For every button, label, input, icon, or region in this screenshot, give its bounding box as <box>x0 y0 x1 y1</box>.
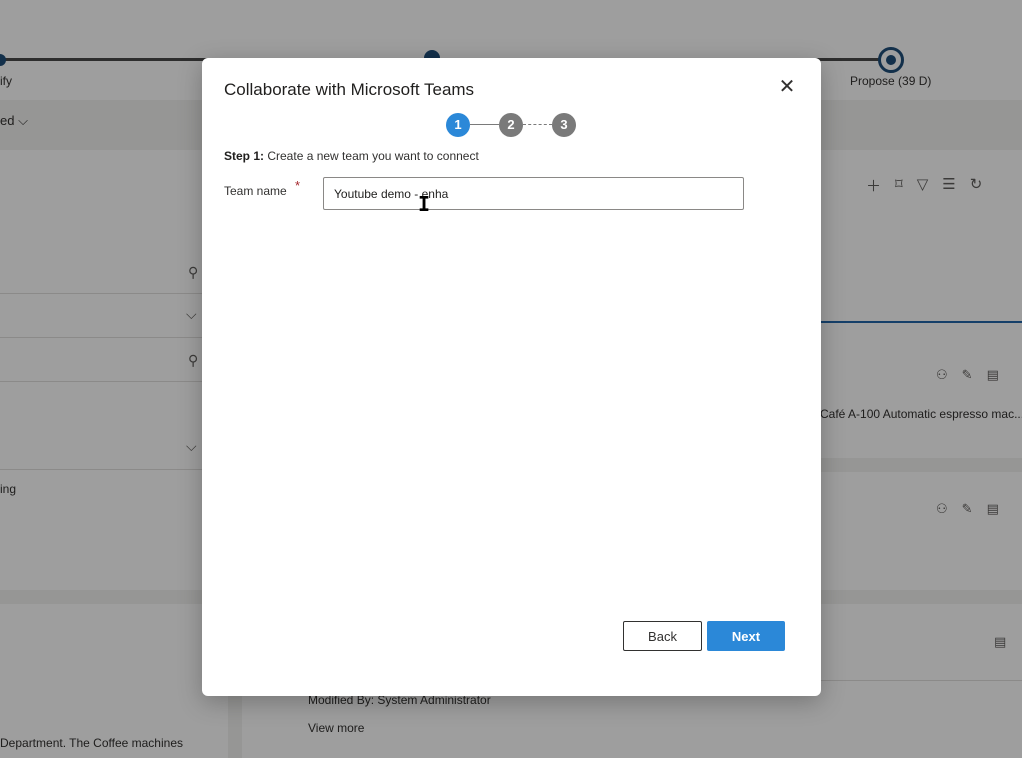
team-name-label: Team name <box>224 184 287 198</box>
step-connector-2 <box>523 124 552 125</box>
teams-collaborate-dialog: Collaborate with Microsoft Teams ✕ 1 2 3… <box>202 58 821 696</box>
step-1: 1 <box>446 113 470 137</box>
close-icon[interactable]: ✕ <box>776 76 798 98</box>
step-2: 2 <box>499 113 523 137</box>
step-connector-1 <box>470 124 499 125</box>
team-name-input[interactable] <box>323 177 744 210</box>
step-prefix: Step 1: <box>224 149 265 163</box>
back-button[interactable]: Back <box>623 621 702 651</box>
step-text: Create a new team you want to connect <box>264 149 479 163</box>
step-indicator: 1 2 3 <box>446 113 576 137</box>
step-3: 3 <box>552 113 576 137</box>
dialog-title: Collaborate with Microsoft Teams <box>224 80 475 99</box>
step-description: Step 1: Create a new team you want to co… <box>224 149 479 163</box>
next-button[interactable]: Next <box>707 621 785 651</box>
text-cursor-icon: I <box>418 192 431 216</box>
required-indicator: * <box>295 178 301 193</box>
